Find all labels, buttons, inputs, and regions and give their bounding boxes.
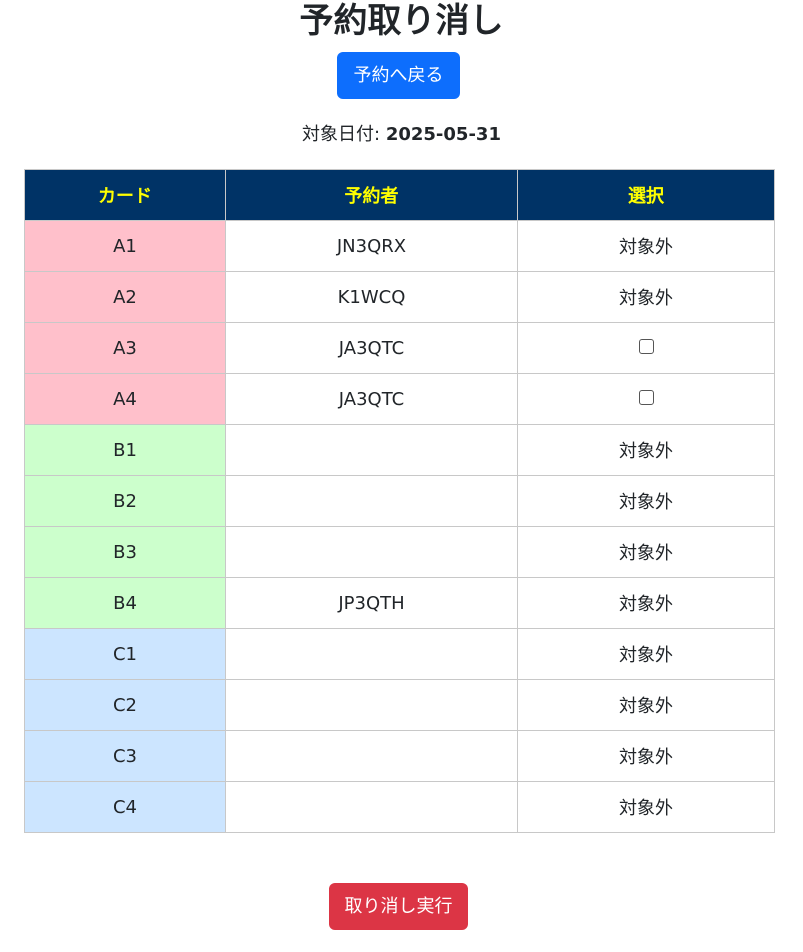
target-date: 対象日付: 2025-05-31 xyxy=(0,122,803,148)
table-row: A4 JA3QTC xyxy=(24,373,775,425)
card-cell: B1 xyxy=(24,424,226,476)
table-body: A1 JN3QRX 対象外 A2 K1WCQ 対象外 A3 JA3QTC A4 JA3QTC B1 対… xyxy=(24,220,775,833)
reserver-cell xyxy=(225,424,518,476)
select-cell: 対象外 xyxy=(517,730,775,782)
reserver-cell: K1WCQ xyxy=(225,271,518,323)
reserver-cell: JA3QTC xyxy=(225,322,518,374)
card-cell: A4 xyxy=(24,373,226,425)
table-header-row: カード 予約者 選択 xyxy=(24,169,775,221)
select-cell xyxy=(517,322,775,374)
reserver-cell xyxy=(225,730,518,782)
card-cell: B4 xyxy=(24,577,226,629)
table-row: C1 対象外 xyxy=(24,628,775,680)
date-value: 2025-05-31 xyxy=(385,124,501,145)
reserver-cell xyxy=(225,781,518,833)
card-cell: C1 xyxy=(24,628,226,680)
card-cell: A1 xyxy=(24,220,226,272)
date-label: 対象日付: xyxy=(302,124,381,145)
card-cell: B2 xyxy=(24,475,226,527)
select-cell: 対象外 xyxy=(517,271,775,323)
select-cell: 対象外 xyxy=(517,424,775,476)
reserver-cell xyxy=(225,628,518,680)
reserver-cell xyxy=(225,679,518,731)
reserver-cell: JA3QTC xyxy=(225,373,518,425)
table-row: A2 K1WCQ 対象外 xyxy=(24,271,775,323)
execute-cancel-button[interactable]: 取り消し実行 xyxy=(329,883,468,930)
table-row: A3 JA3QTC xyxy=(24,322,775,374)
select-checkbox[interactable] xyxy=(638,390,654,405)
reserver-cell xyxy=(225,526,518,578)
select-cell: 対象外 xyxy=(517,781,775,833)
card-cell: C2 xyxy=(24,679,226,731)
page-title: 予約取り消し xyxy=(299,1,504,41)
card-cell: A2 xyxy=(24,271,226,323)
table-row: B4 JP3QTH 対象外 xyxy=(24,577,775,629)
select-cell: 対象外 xyxy=(517,679,775,731)
reserver-cell: JP3QTH xyxy=(225,577,518,629)
select-checkbox[interactable] xyxy=(638,339,654,354)
reserver-cell: JN3QRX xyxy=(225,220,518,272)
header-reserver: 予約者 xyxy=(225,169,518,221)
card-cell: C4 xyxy=(24,781,226,833)
header-card: カード xyxy=(24,169,226,221)
select-cell: 対象外 xyxy=(517,475,775,527)
select-cell xyxy=(517,373,775,425)
card-cell: A3 xyxy=(24,322,226,374)
reserver-cell xyxy=(225,475,518,527)
table-row: B3 対象外 xyxy=(24,526,775,578)
table-row: B1 対象外 xyxy=(24,424,775,476)
select-cell: 対象外 xyxy=(517,526,775,578)
reservation-table: カード 予約者 選択 A1 JN3QRX 対象外 A2 K1WCQ 対象外 A3 JA3QTC… xyxy=(24,169,775,833)
table-row: B2 対象外 xyxy=(24,475,775,527)
header-select: 選択 xyxy=(517,169,775,221)
card-cell: C3 xyxy=(24,730,226,782)
table-row: C3 対象外 xyxy=(24,730,775,782)
select-cell: 対象外 xyxy=(517,220,775,272)
table-row: A1 JN3QRX 対象外 xyxy=(24,220,775,272)
table-row: C4 対象外 xyxy=(24,781,775,833)
select-cell: 対象外 xyxy=(517,628,775,680)
select-cell: 対象外 xyxy=(517,577,775,629)
table-row: C2 対象外 xyxy=(24,679,775,731)
back-to-reservation-button[interactable]: 予約へ戻る xyxy=(337,52,460,99)
page: 予約取り消し 予約へ戻る 対象日付: 2025-05-31 カード 予約者 選択… xyxy=(0,0,803,952)
card-cell: B3 xyxy=(24,526,226,578)
